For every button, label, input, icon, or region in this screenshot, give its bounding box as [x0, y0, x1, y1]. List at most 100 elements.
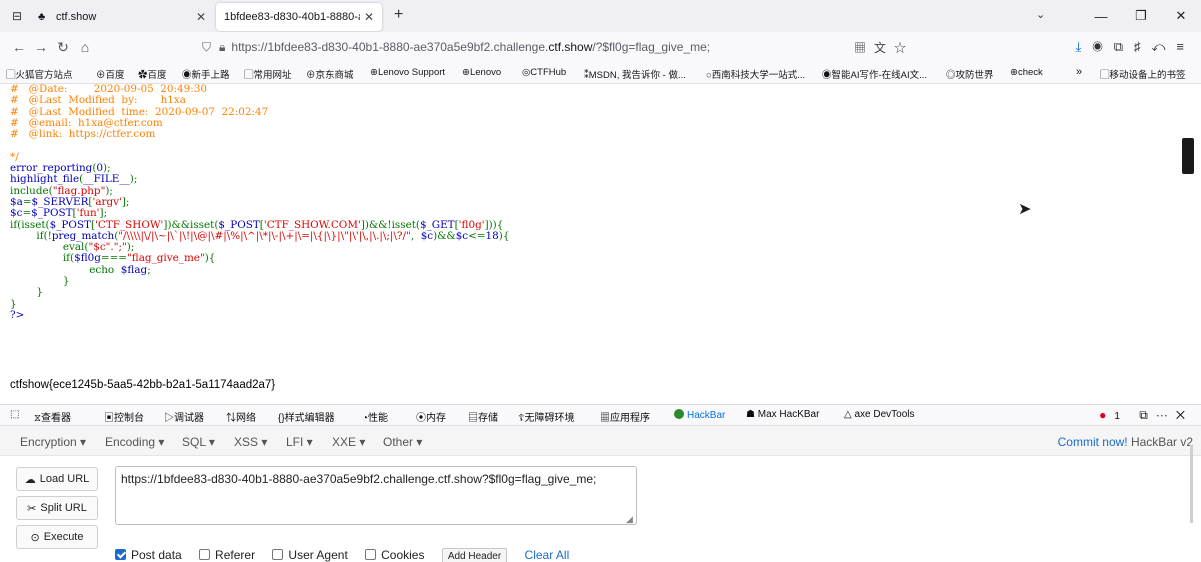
- side-panel-handle[interactable]: [1182, 138, 1194, 174]
- code-token: # @email: h1xa@ctfer.com: [10, 116, 163, 129]
- back-icon[interactable]: ←: [8, 39, 30, 55]
- shield-icon[interactable]: ⛉: [202, 40, 211, 55]
- user-agent-checkbox[interactable]: User Agent: [272, 548, 348, 562]
- devtools-tab-network[interactable]: ⇅网络: [226, 409, 256, 424]
- close-devtools-icon[interactable]: ✕: [1176, 408, 1193, 422]
- code-token: highlight_file: [10, 173, 80, 186]
- menu-xss[interactable]: XSS ▾: [234, 435, 267, 449]
- devtools-tab-style-editor[interactable]: {}样式编辑器: [278, 409, 335, 424]
- undo-icon[interactable]: ↶: [1152, 39, 1177, 54]
- bookmark-item[interactable]: ⊕Lenovo: [462, 67, 501, 78]
- bookmark-item[interactable]: ▢火狐官方站点: [6, 67, 73, 81]
- devtools-tab-debugger[interactable]: ▷调试器: [164, 409, 204, 424]
- devtools-toolbar: ⬚ ⧖查看器 ▣控制台 ▷调试器 ⇅网络 {}样式编辑器 ◔性能 ⦿内存 ▤存储…: [0, 404, 1201, 426]
- clear-all-link[interactable]: Clear All: [525, 548, 570, 562]
- cloud-download-icon: ☁: [24, 473, 36, 486]
- qr-code-icon[interactable]: ▦: [854, 41, 874, 55]
- menu-encryption[interactable]: Encryption ▾: [20, 435, 86, 449]
- bookmark-item[interactable]: ⊕Lenovo Support: [370, 67, 445, 78]
- code-token: ){: [204, 252, 216, 265]
- new-tab-icon[interactable]: +: [394, 6, 403, 24]
- element-picker-icon[interactable]: ⬚: [10, 409, 19, 420]
- chevron-right-icon[interactable]: »: [1076, 66, 1082, 78]
- more-options-icon[interactable]: ⋯: [1156, 408, 1176, 422]
- close-tab-icon[interactable]: ✕: [364, 10, 374, 24]
- devtools-tab-memory[interactable]: ⦿内存: [416, 409, 446, 424]
- code-token: ;: [147, 263, 151, 276]
- bookmark-item[interactable]: ▢移动设备上的书签: [1100, 67, 1186, 81]
- download-icon[interactable]: ⤓: [1076, 39, 1093, 54]
- close-tab-icon[interactable]: ✕: [196, 10, 206, 24]
- code-token: # @Last Modified time: 2020-09-07 22:02:…: [10, 105, 269, 118]
- code-token: }: [10, 275, 70, 288]
- hackbar-panel: Encryption ▾ Encoding ▾ SQL ▾ XSS ▾ LFI …: [0, 426, 1201, 562]
- code-token: eval(: [10, 241, 89, 254]
- bookmark-item[interactable]: ▢常用网址: [244, 67, 292, 81]
- cookies-checkbox[interactable]: Cookies: [365, 548, 424, 562]
- url-textarea[interactable]: https://1bfdee83-d830-40b1-8880-ae370a5e…: [115, 466, 637, 525]
- home-icon[interactable]: ⌂: [74, 39, 96, 55]
- bookmark-item[interactable]: ◎攻防世界: [946, 67, 994, 81]
- devtools-tab-console[interactable]: ▣控制台: [104, 409, 144, 424]
- code-token: $c: [420, 229, 434, 242]
- forward-icon[interactable]: →: [30, 39, 52, 55]
- code-token: 18: [485, 229, 499, 242]
- list-all-tabs-icon[interactable]: ⌄: [1036, 8, 1045, 21]
- devtools-tab-axe[interactable]: △ axe DevTools: [844, 409, 915, 420]
- tab-ctfshow[interactable]: ♣ ctf.show ✕: [30, 3, 214, 31]
- minimize-icon[interactable]: —: [1081, 9, 1121, 24]
- bookmark-item[interactable]: ◎CTFHub: [522, 67, 566, 78]
- execute-button[interactable]: ⊙ Execute: [16, 525, 98, 549]
- bookmark-item[interactable]: ◉新手上路: [182, 67, 230, 81]
- lock-icon[interactable]: 🔒︎: [219, 40, 225, 55]
- referer-checkbox[interactable]: Referer: [199, 548, 255, 562]
- code-token: ];: [121, 195, 130, 208]
- menu-other[interactable]: Other ▾: [383, 435, 422, 449]
- menu-icon[interactable]: ≡: [1176, 39, 1195, 54]
- address-bar[interactable]: ⛉ 🔒︎ https://1bfdee83-d830-40b1-8880-ae3…: [202, 35, 920, 59]
- hackbar-toolbar-icon[interactable]: ♯: [1134, 39, 1152, 54]
- code-token: __FILE__: [83, 173, 130, 186]
- devtools-tab-application[interactable]: ▦应用程序: [600, 409, 650, 424]
- bookmark-item[interactable]: ⊕京东商城: [306, 67, 354, 81]
- tab-list-icon[interactable]: ⊟: [6, 9, 28, 23]
- url-scheme: https://: [231, 40, 268, 54]
- bookmark-item[interactable]: ✿百度: [138, 67, 167, 81]
- bookmark-item[interactable]: ⊕check: [1010, 67, 1043, 78]
- restore-icon[interactable]: ❐: [1121, 8, 1161, 24]
- resize-grip-icon[interactable]: ◢: [626, 514, 633, 525]
- bookmark-star-icon[interactable]: ☆: [894, 41, 914, 55]
- translate-icon[interactable]: 文: [874, 41, 894, 55]
- menu-encoding[interactable]: Encoding ▾: [105, 435, 164, 449]
- dock-icon[interactable]: ⧉: [1139, 408, 1156, 422]
- error-icon[interactable]: ●: [1099, 408, 1114, 422]
- bookmark-item[interactable]: ◉智能AI写作-在线AI文...: [822, 67, 927, 81]
- menu-sql[interactable]: SQL ▾: [182, 435, 215, 449]
- bookmark-item[interactable]: ○西南科技大学一站式...: [706, 67, 805, 81]
- tab-challenge[interactable]: 1bfdee83-d830-40b1-8880-ae37 ✕: [216, 3, 382, 31]
- devtools-tab-inspector[interactable]: ⧖查看器: [34, 409, 71, 424]
- devtools-tab-accessibility[interactable]: ☦无障碍环境: [518, 409, 575, 424]
- menu-xxe[interactable]: XXE ▾: [332, 435, 365, 449]
- devtools-tab-storage[interactable]: ▤存储: [468, 409, 498, 424]
- play-circle-icon: ⊙: [30, 531, 40, 544]
- devtools-tab-max-hackbar[interactable]: ☗ Max HacKBar: [746, 409, 819, 420]
- devtools-tab-performance[interactable]: ◔性能: [362, 409, 388, 424]
- add-header-button[interactable]: Add Header: [441, 548, 508, 562]
- split-url-button[interactable]: ✂ Split URL: [16, 496, 98, 520]
- devtools-tab-hackbar[interactable]: HackBar: [674, 409, 725, 421]
- commit-now-link[interactable]: Commit now! HackBar v2: [1058, 435, 1193, 449]
- code-token: $_POST: [49, 218, 91, 231]
- extensions-icon[interactable]: ⧉: [1114, 39, 1134, 54]
- menu-lfi[interactable]: LFI ▾: [286, 435, 313, 449]
- bookmarks-toolbar: ▢火狐官方站点 ⊕百度 ✿百度 ◉新手上路 ▢常用网址 ⊕京东商城 ⊕Lenov…: [0, 62, 1201, 84]
- scrollbar[interactable]: [1190, 445, 1193, 523]
- load-url-button[interactable]: ☁ Load URL: [16, 467, 98, 491]
- reload-icon[interactable]: ↻: [52, 39, 74, 56]
- post-data-checkbox[interactable]: Post data: [115, 548, 182, 562]
- bookmark-item[interactable]: ⁑MSDN, 我告诉你 - 做...: [584, 67, 686, 81]
- account-icon[interactable]: ◉: [1092, 39, 1113, 54]
- close-window-icon[interactable]: ✕: [1161, 8, 1201, 24]
- bookmark-item[interactable]: ⊕百度: [96, 67, 125, 81]
